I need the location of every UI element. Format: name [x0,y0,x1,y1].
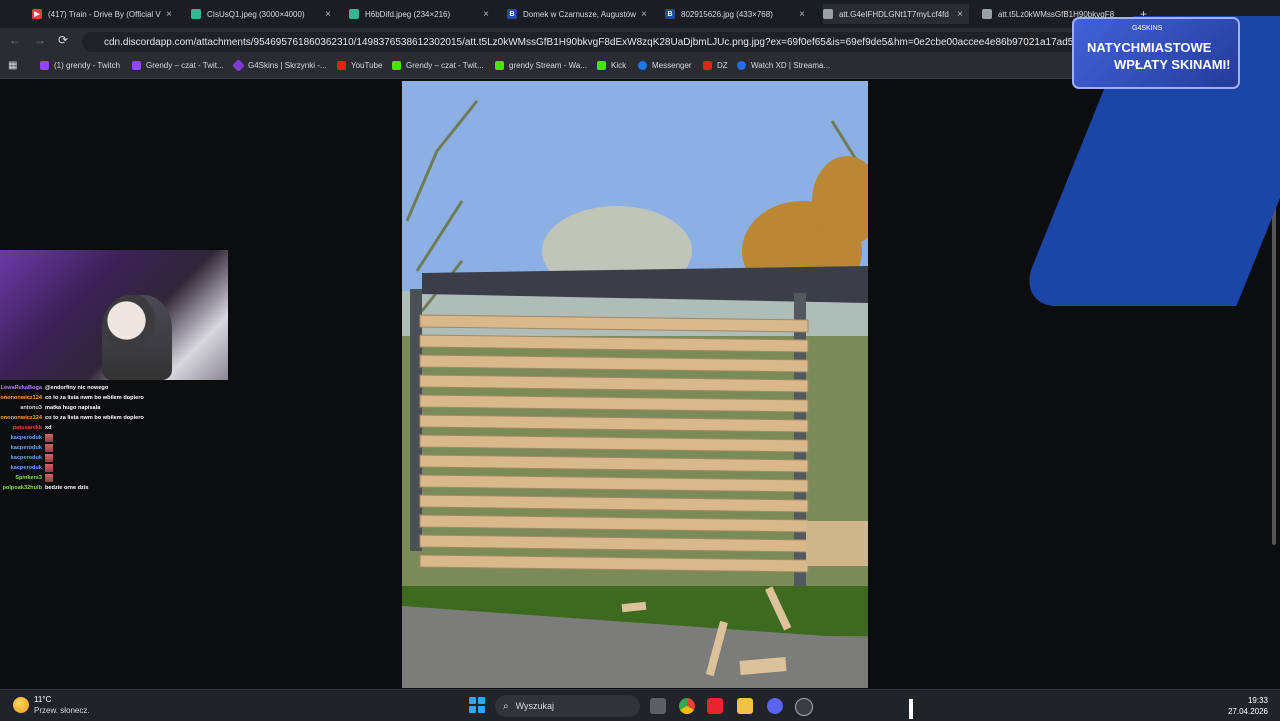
webcam-overlay [0,250,228,380]
scrollbar[interactable] [1272,160,1276,545]
close-icon[interactable]: × [483,9,489,20]
twitch-icon [132,61,141,70]
bookmark-kick[interactable]: Kick [597,61,626,70]
globe-icon [823,9,833,19]
twitch-icon [40,61,49,70]
viewed-image[interactable] [402,81,868,688]
discord-icon[interactable] [767,698,783,714]
promo-line-2: WPŁATY SKINAMI! [1114,57,1231,72]
bookmark-g4skins[interactable]: G4Skins | Skrzynki -... [232,59,327,72]
kick-icon [495,61,504,70]
promo-banner: G4SKINS NATYCHMIASTOWE WPŁATY SKINAMI! [1072,17,1240,89]
image-icon [191,9,201,19]
kick-icon [597,61,606,70]
emote-icon [45,434,53,442]
emote-icon [45,474,53,482]
taskbar-search[interactable]: ⌕ Wyszukaj [495,695,640,717]
reload-button[interactable]: ⟳ [58,34,68,46]
kick-icon [392,61,401,70]
back-button[interactable]: ← [9,34,21,46]
tab-discord-image[interactable]: att.G4eIFHDLGNt1T7myLcf4fd × [823,4,969,24]
tab-label: Domek w Czarnusze, Augustów [523,9,636,19]
forward-button[interactable]: → [34,34,46,46]
facebook-icon [638,61,647,70]
bookmark-dz[interactable]: DZ [703,61,728,70]
adobe-icon[interactable] [707,698,723,714]
chat-message: antonu3 matka hugo napisala [20,405,101,411]
windows-taskbar: 11°C Przew. słonecz. ⌕ Wyszukaj 19:33 27… [0,689,1280,721]
emote-icon [45,444,53,452]
close-icon[interactable]: × [799,9,805,20]
globe-icon [982,9,992,19]
tab-image-1[interactable]: CIsUsQ1.jpeg (3000×4000) × [191,4,337,24]
bookmark-twitch-grendy[interactable]: (1) grendy - Twitch [40,61,120,70]
fence-photo [402,81,868,688]
chat-message: kacperoduk [0,463,230,473]
chrome-icon[interactable] [679,698,695,714]
tab-label: CIsUsQ1.jpeg (3000×4000) [207,9,305,19]
cursor [909,699,913,719]
chat-overlay: LewaRekaBoga @endorfiny nic nowego ononon… [0,383,230,493]
bookmark-kick-stream[interactable]: grendy Stream - Wa... [495,61,587,70]
watchxd-icon [737,61,746,70]
promo-brand: G4SKINS [1132,25,1163,32]
emote-icon [45,464,53,472]
search-icon: ⌕ [503,700,509,712]
tab-booking[interactable]: B Domek w Czarnusze, Augustów × [507,4,653,24]
file-explorer-icon[interactable] [737,698,753,714]
bookmark-messenger[interactable]: Messenger [638,61,692,70]
tab-label: (417) Train - Drive By (Official V [48,9,161,19]
weather-icon[interactable] [13,697,29,713]
tab-image-2[interactable]: H6bDifd.jpeg (234×216) × [349,4,495,24]
chat-message: kacperoduk [0,433,230,443]
tab-youtube[interactable]: ▶ (417) Train - Drive By (Official V × [32,4,178,24]
close-icon[interactable]: × [957,9,963,20]
url-text: cdn.discordapp.com/attachments/954695761… [104,36,1084,48]
image-icon [349,9,359,19]
apps-icon[interactable]: ▦ [8,60,17,71]
chat-message: kacperoduk [0,443,230,453]
emote-icon [45,454,53,462]
chat-message: Spinkers3 [0,473,230,483]
close-icon[interactable]: × [166,9,172,20]
bookmark-youtube[interactable]: YouTube [337,61,382,70]
bookmark-watchxd[interactable]: Watch XD | Streama... [737,61,830,70]
clock-time: 19:33 [1247,696,1268,705]
search-placeholder: Wyszukaj [515,701,555,711]
chat-message: onononwicz124 co to za lista nwm bo wbile… [0,415,144,421]
youtube-icon [337,61,346,70]
diamond-icon [232,59,245,72]
chat-message: polpoak32hulb bedzie orne dzis [2,485,89,491]
chat-message: LewaRekaBoga @endorfiny nic nowego [0,385,109,391]
tab-label: 802915626.jpg (433×768) [681,9,773,19]
youtube-icon [703,61,712,70]
booking-icon: B [665,9,675,19]
close-icon[interactable]: × [325,9,331,20]
bookmark-kick-chat[interactable]: Grendy – czat - Twit... [392,61,484,70]
start-button[interactable] [469,697,485,713]
close-icon[interactable]: × [641,9,647,20]
bookmark-twitch-chat[interactable]: Grendy – czat - Twit... [132,61,224,70]
weather-description: Przew. słonecz. [34,706,90,715]
booking-icon: B [507,9,517,19]
obs-icon[interactable] [795,698,813,716]
chat-message: patusanikk xd [12,425,52,431]
tab-label: H6bDifd.jpeg (234×216) [365,9,451,19]
url-field[interactable]: cdn.discordapp.com/attachments/954695761… [82,32,1232,52]
tab-label: att.G4eIFHDLGNt1T7myLcf4fd [839,9,949,19]
chat-message: onononwicz124 co to za lista nwm bo wbile… [0,395,144,401]
promo-line-1: NATYCHMIASTOWE [1087,40,1212,55]
chat-message: kacperoduk [0,453,230,463]
clock-date: 27.04.2026 [1227,707,1268,716]
clock[interactable]: 19:33 27.04.2026 [1228,695,1268,717]
weather-temperature: 11°C [34,695,52,704]
task-view-icon[interactable] [650,698,666,714]
youtube-icon: ▶ [32,9,42,19]
streamer-avatar [102,295,172,380]
tab-image-3[interactable]: B 802915626.jpg (433×768) × [665,4,811,24]
